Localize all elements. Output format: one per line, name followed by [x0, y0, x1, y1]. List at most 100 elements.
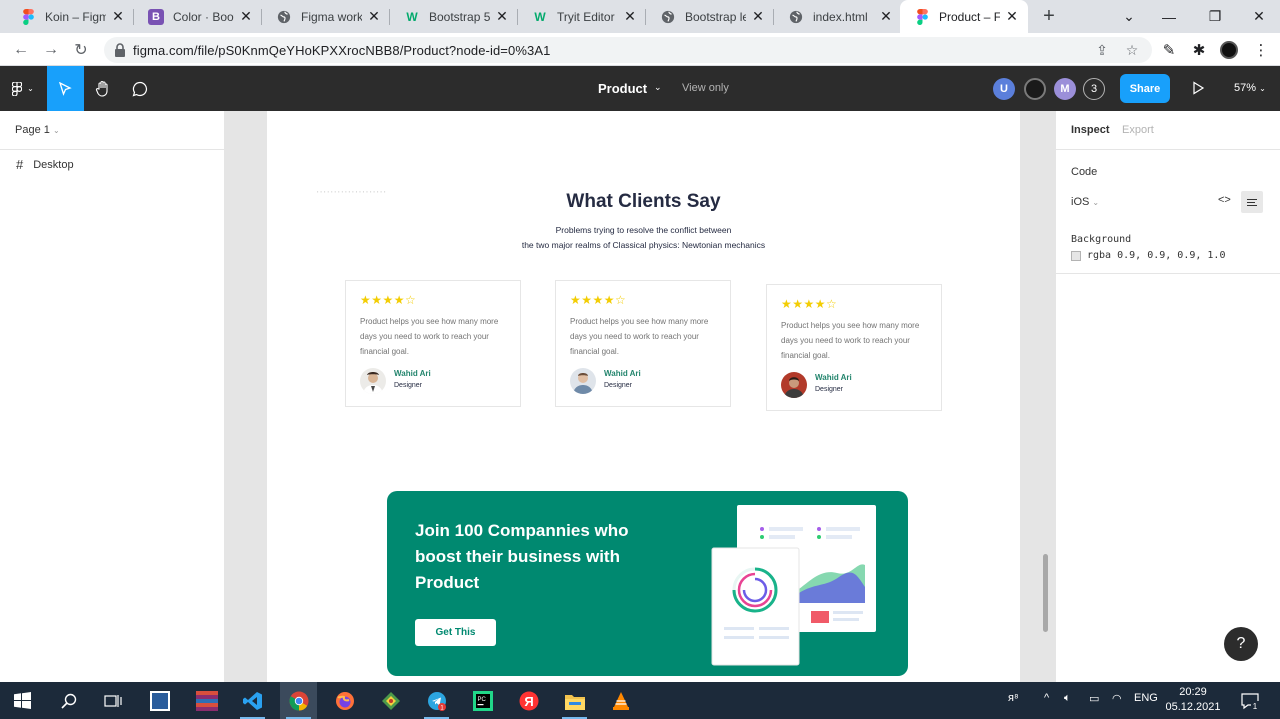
yandex-browser-icon[interactable]: Я: [510, 682, 547, 719]
tab-title: Product – Fig: [939, 9, 1000, 24]
firefox-icon[interactable]: [326, 682, 363, 719]
back-icon[interactable]: ←: [8, 37, 34, 63]
bookmark-star-icon[interactable]: ☆: [1124, 42, 1140, 58]
vscode-icon[interactable]: [234, 682, 271, 719]
chrome-icon[interactable]: [280, 682, 317, 719]
hand-tool-icon[interactable]: [86, 66, 120, 111]
tray-chevron-icon[interactable]: ^: [1044, 692, 1049, 704]
extension-icon[interactable]: ✎: [1160, 41, 1178, 59]
section-subtitle: Problems trying to resolve the conflict …: [555, 225, 732, 235]
close-icon[interactable]: ✕: [366, 8, 382, 25]
system-clock[interactable]: 20:29 05.12.2021: [1164, 685, 1222, 715]
zoom-level[interactable]: 57% ⌄: [1234, 82, 1266, 94]
browser-tab[interactable]: B Color · Bootstr ✕: [134, 0, 262, 33]
close-icon[interactable]: ✕: [238, 8, 254, 25]
testimonial-card[interactable]: ★★★★☆ Product helps you see how many mor…: [555, 280, 731, 407]
author-name: Wahid Ari: [604, 369, 641, 378]
new-tab-button[interactable]: +: [1038, 5, 1060, 27]
language-select[interactable]: iOS ⌄: [1071, 196, 1099, 208]
code-view-icon[interactable]: <>: [1218, 194, 1231, 206]
puzzle-icon[interactable]: ✱: [1190, 41, 1208, 59]
minimize-button[interactable]: —: [1146, 0, 1192, 33]
share-page-icon[interactable]: ⇪: [1094, 42, 1110, 58]
wifi-icon[interactable]: ◠: [1112, 692, 1122, 705]
menu-kebab-icon[interactable]: ⋮: [1252, 41, 1270, 59]
w3schools-icon: W: [406, 9, 418, 24]
file-explorer-icon[interactable]: [556, 682, 593, 719]
notification-count: 1: [1253, 702, 1258, 710]
view-only-label: View only: [682, 82, 729, 94]
search-icon[interactable]: [50, 682, 87, 719]
battery-icon[interactable]: ▭: [1089, 692, 1099, 705]
comment-tool-icon[interactable]: [122, 66, 158, 111]
telegram-icon[interactable]: 1: [418, 682, 455, 719]
address-bar[interactable]: figma.com/file/pS0KnmQeYHoKPXXrocNBB8/Pr…: [104, 37, 1152, 63]
desktop-frame[interactable]: ▪ ▪ ▪ ▪ ▪ ▪ ▪ ▪ ▪ ▪ ▪ ▪ ▪ ▪ ▪ ▪ ▪ ▪ ▪ ▪ …: [267, 111, 1020, 682]
page-selector[interactable]: Page 1 ⌄: [15, 124, 60, 136]
code-section-label: Code: [1071, 166, 1098, 178]
get-this-button[interactable]: Get This: [415, 619, 496, 646]
browser-tab-active[interactable]: Product – Fig ✕: [900, 0, 1028, 33]
share-button[interactable]: Share: [1120, 74, 1170, 103]
profile-avatar[interactable]: [1220, 41, 1238, 59]
chevron-down-icon[interactable]: ⌄: [654, 82, 662, 93]
pycharm-icon[interactable]: PC: [464, 682, 501, 719]
browser-tab[interactable]: Figma work ✕: [262, 0, 390, 33]
forward-icon[interactable]: →: [38, 37, 64, 63]
vlc-icon[interactable]: [602, 682, 639, 719]
figma-toolbar: ⌄ Product ⌄ View only U M 3 Share 57% ⌄: [0, 66, 1280, 111]
windows-taskbar: 1 PC Я ᴙ⁸ ^ 🔈︎ ▭ ◠ ENG 20:29 05.12.2021 …: [0, 682, 1280, 719]
canvas-scrollbar[interactable]: [1043, 554, 1048, 632]
input-language[interactable]: ENG: [1134, 692, 1158, 704]
svg-text:PC: PC: [477, 697, 486, 703]
winrar-icon[interactable]: [188, 682, 225, 719]
url-text: figma.com/file/pS0KnmQeYHoKPXXrocNBB8/Pr…: [133, 43, 551, 58]
close-icon[interactable]: ✕: [110, 8, 126, 25]
list-view-icon[interactable]: [1241, 191, 1263, 213]
background-value[interactable]: rgba 0.9, 0.9, 0.9, 1.0: [1087, 250, 1225, 261]
present-play-icon[interactable]: [1190, 80, 1206, 96]
cta-banner: Join 100 Compannies who boost their busi…: [387, 491, 908, 676]
layer-desktop-frame[interactable]: # Desktop: [16, 157, 74, 172]
tab-title: Figma work: [301, 9, 362, 24]
lock-icon: [115, 43, 125, 57]
close-icon[interactable]: ✕: [878, 8, 894, 25]
avatar[interactable]: M: [1054, 78, 1076, 100]
design-canvas[interactable]: ▪ ▪ ▪ ▪ ▪ ▪ ▪ ▪ ▪ ▪ ▪ ▪ ▪ ▪ ▪ ▪ ▪ ▪ ▪ ▪ …: [225, 111, 1055, 682]
browser-tab[interactable]: W Tryit Editor v3 ✕: [518, 0, 646, 33]
tab-export[interactable]: Export: [1122, 124, 1154, 136]
volume-icon[interactable]: 🔈︎: [1064, 692, 1071, 705]
section-heading: What Clients Say: [566, 191, 721, 212]
store-app-icon[interactable]: [141, 682, 178, 719]
browser-tab[interactable]: Bootstrap less ✕: [646, 0, 774, 33]
close-icon[interactable]: ✕: [494, 8, 510, 25]
close-icon[interactable]: ✕: [1004, 8, 1020, 25]
help-button[interactable]: ?: [1224, 627, 1258, 661]
browser-tab[interactable]: index.html ✕: [774, 0, 902, 33]
avatar: [781, 372, 807, 398]
testimonial-card[interactable]: ★★★★☆ Product helps you see how many mor…: [345, 280, 521, 407]
notification-center-icon[interactable]: 1: [1232, 682, 1268, 719]
tab-inspect[interactable]: Inspect: [1071, 124, 1110, 136]
people-icon[interactable]: ᴙ⁸: [1008, 692, 1019, 704]
git-kraken-icon[interactable]: [372, 682, 409, 719]
author-name: Wahid Ari: [394, 369, 431, 378]
more-users-badge[interactable]: 3: [1083, 78, 1105, 100]
file-title[interactable]: Product: [598, 81, 647, 96]
testimonial-card[interactable]: ★★★★☆ Product helps you see how many mor…: [766, 284, 942, 411]
tab-title: Koin – Figma: [45, 9, 106, 24]
figma-menu-icon[interactable]: ⌄: [0, 66, 46, 111]
avatar[interactable]: [1024, 78, 1046, 100]
close-icon[interactable]: ✕: [750, 8, 766, 25]
restore-button[interactable]: ❐: [1192, 0, 1238, 33]
reload-icon[interactable]: ↻: [68, 37, 94, 63]
task-view-icon[interactable]: [94, 682, 131, 719]
close-icon[interactable]: ✕: [622, 8, 638, 25]
close-window-button[interactable]: ✕: [1236, 0, 1280, 33]
browser-tab[interactable]: Koin – Figma ✕: [6, 0, 134, 33]
move-tool-icon[interactable]: [47, 66, 84, 111]
browser-tab[interactable]: W Bootstrap 5 C ✕: [390, 0, 518, 33]
avatar[interactable]: U: [993, 78, 1015, 100]
avatar: [570, 368, 596, 394]
windows-start-icon[interactable]: [4, 682, 41, 719]
